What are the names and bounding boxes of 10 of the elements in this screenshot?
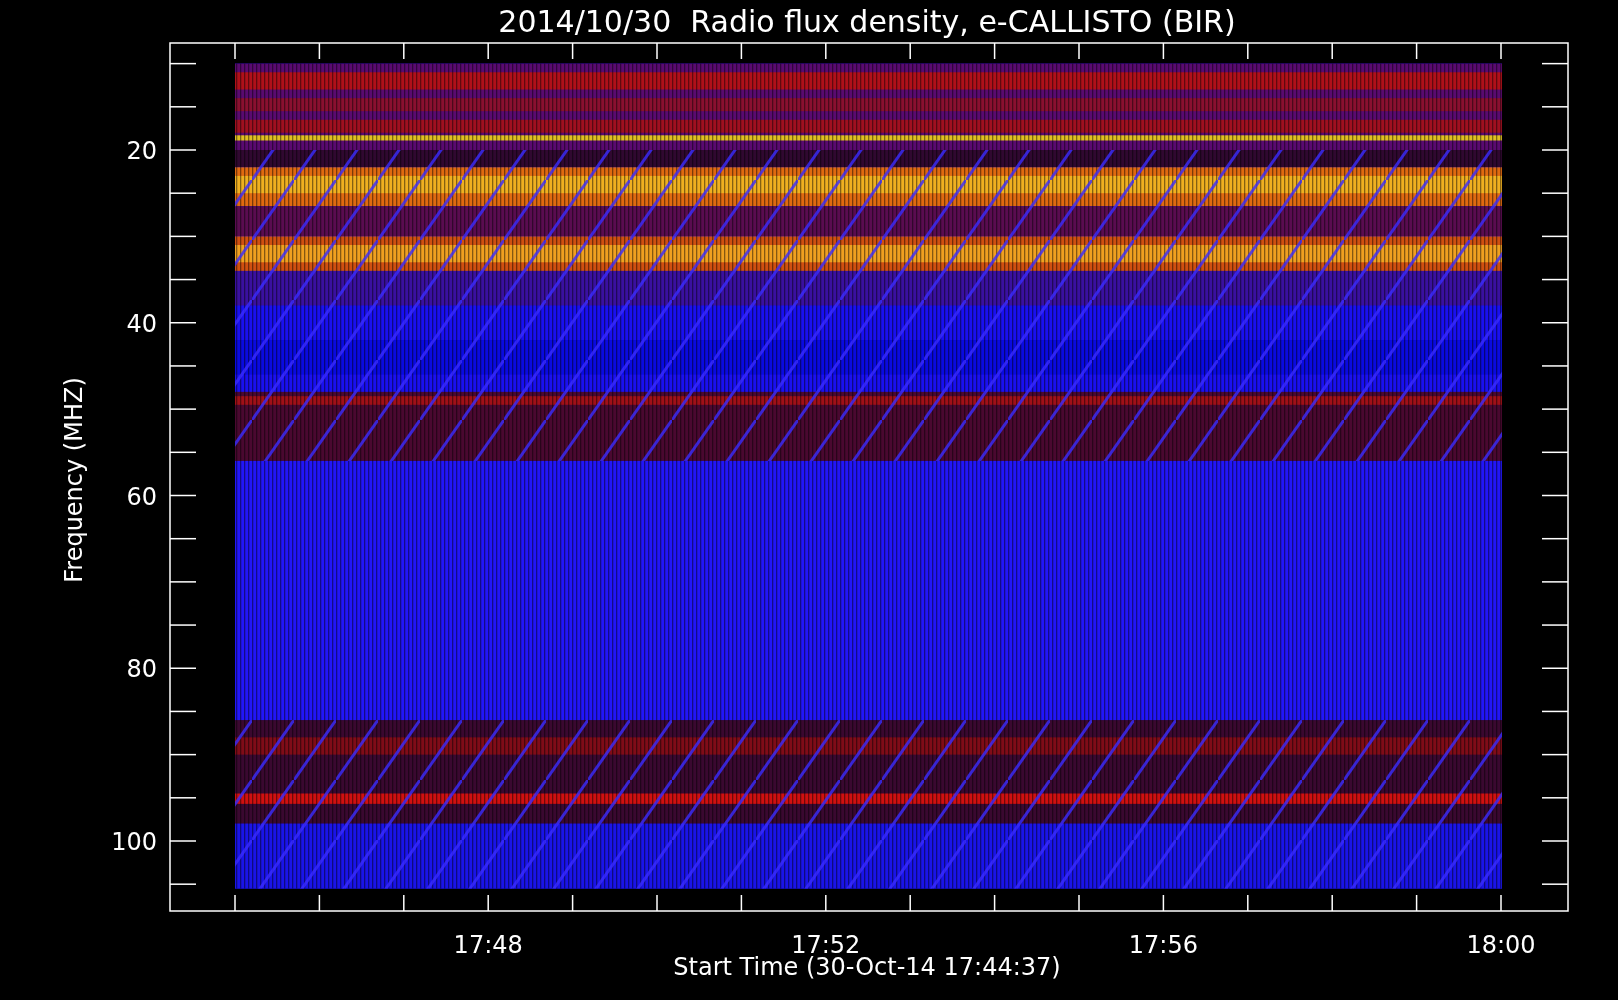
x-tick-label: 17:56 [1128,931,1198,959]
y-tick-label: 40 [126,309,157,338]
y-tick-label: 100 [111,828,157,856]
y-tick-label: 60 [126,482,157,511]
y-axis-label: Frequency (MHZ) [60,377,88,583]
y-tick-label: 80 [126,655,157,684]
chart-title: 2014/10/30 Radio flux density, e-CALLISTO (BIR) [498,4,1236,39]
x-tick-label: 17:48 [453,931,523,959]
x-tick-label: 18:00 [1466,931,1536,959]
y-tick-label: 20 [126,137,157,165]
